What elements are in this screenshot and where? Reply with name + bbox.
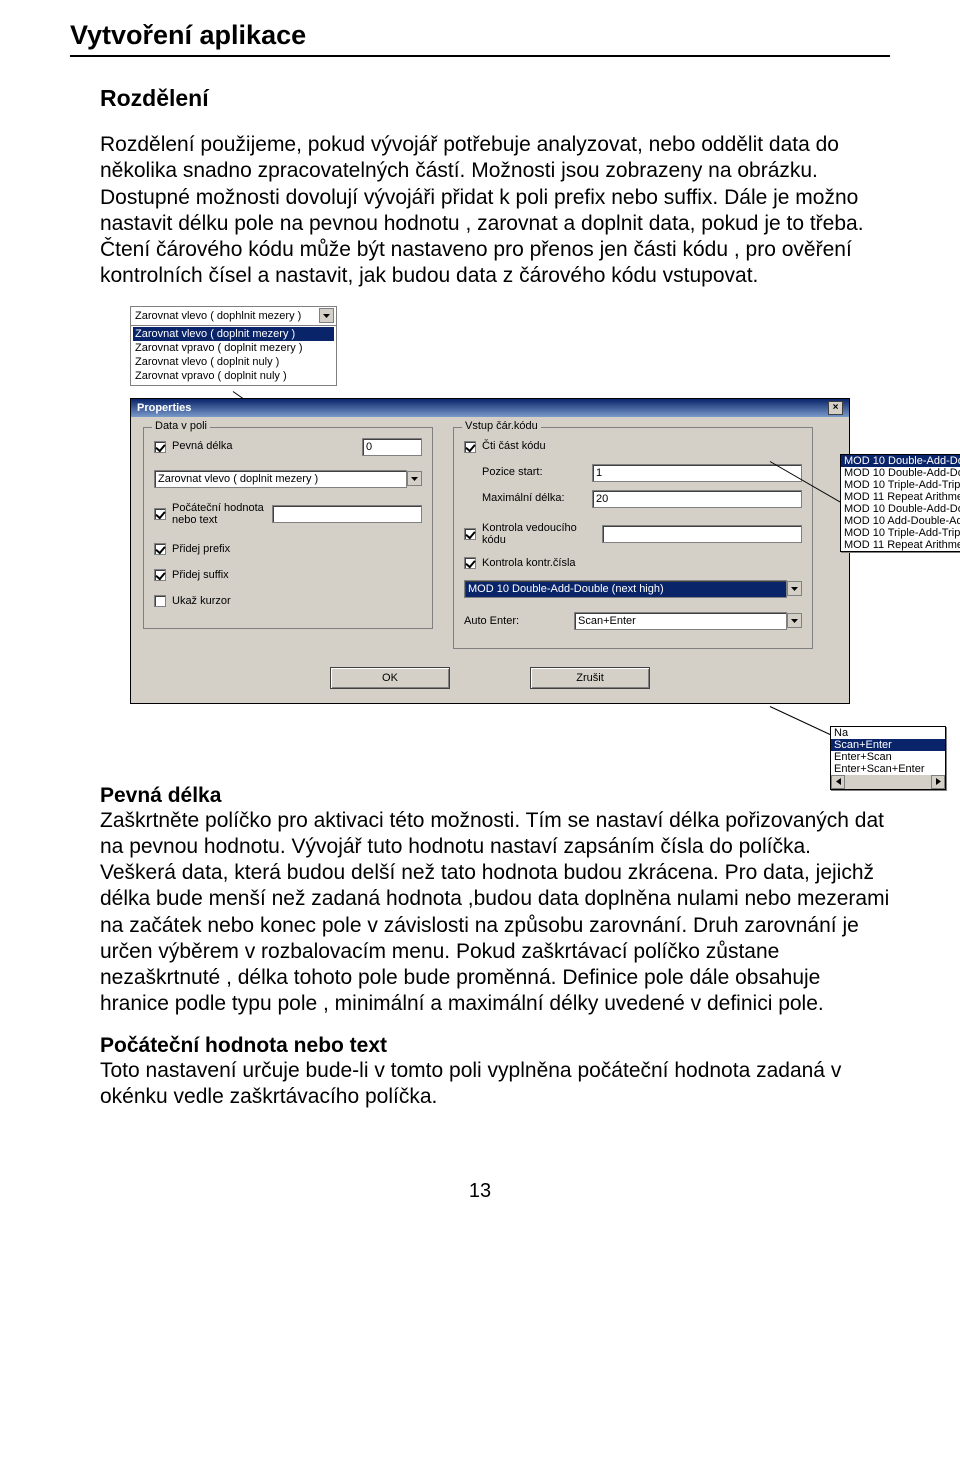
label-auto-enter: Auto Enter:: [464, 615, 574, 627]
list-item[interactable]: MOD 10 Triple-Add-Triple (next low): [841, 527, 960, 539]
list-item[interactable]: MOD 10 Double-Add-Double (next high): [841, 467, 960, 479]
label-kontrola-ved: Kontrola vedoucího kódu: [482, 522, 602, 546]
input-max-delka[interactable]: [592, 490, 802, 508]
dropdown-item[interactable]: Zarovnat vpravo ( doplnit mezery ): [133, 341, 334, 355]
checkbox-cti-cast[interactable]: [464, 441, 476, 453]
chevron-down-icon[interactable]: [787, 581, 802, 596]
dropdown-selected: Zarovnat vlevo ( dophlnit mezery ): [135, 310, 301, 322]
list-item[interactable]: Enter+Scan+Enter: [831, 763, 945, 775]
checkbox-pevna-delka[interactable]: [154, 441, 166, 453]
chevron-down-icon[interactable]: [787, 613, 802, 628]
scrollbar[interactable]: [831, 775, 945, 789]
combo-zarovnat[interactable]: [154, 470, 407, 488]
dropdown-item[interactable]: Zarovnat vlevo ( doplnit mezery ): [133, 327, 334, 341]
page-title: Vytvoření aplikace: [70, 20, 890, 57]
input-pocatecni[interactable]: [272, 505, 422, 523]
list-item[interactable]: MOD 11 Repeat Arithmetic (next low): [841, 539, 960, 551]
heading-pocatecni: Počáteční hodnota nebo text: [100, 1034, 890, 1058]
label-prefix: Přidej prefix: [172, 543, 230, 555]
chevron-down-icon[interactable]: [407, 471, 422, 486]
cancel-button[interactable]: Zrušit: [530, 667, 650, 689]
group-legend: Data v poli: [152, 420, 210, 432]
label-cti-cast: Čti část kódu: [482, 440, 546, 452]
close-icon[interactable]: ×: [828, 401, 843, 415]
listbox-auto-enter[interactable]: Na Scan+Enter Enter+Scan Enter+Scan+Ente…: [830, 726, 946, 790]
group-vstup-kodu: Vstup čár.kódu Čti část kódu Pozice star…: [453, 427, 813, 649]
scroll-left-icon[interactable]: [831, 775, 845, 789]
para-pevna-delka: Zaškrtněte políčko pro aktivaci této mož…: [100, 808, 890, 1018]
chevron-down-icon[interactable]: [319, 308, 334, 323]
checkbox-kontrola-ved[interactable]: [464, 528, 476, 540]
combo-mod[interactable]: [464, 580, 787, 598]
list-item[interactable]: Na: [831, 727, 945, 739]
checkbox-prefix[interactable]: [154, 543, 166, 555]
label-pocatecni: Počáteční hodnota nebo text: [172, 502, 272, 526]
list-item[interactable]: MOD 11 Repeat Arithmetic (next high): [841, 491, 960, 503]
group-legend: Vstup čár.kódu: [462, 420, 541, 432]
scroll-right-icon[interactable]: [931, 775, 945, 789]
para-pocatecni: Toto nastavení určuje bude-li v tomto po…: [100, 1058, 890, 1111]
label-pevna-delka: Pevná délka: [172, 440, 233, 452]
list-item[interactable]: MOD 10 Double-Add-Double (next high): [841, 455, 960, 467]
label-ukaz-kurzor: Ukaž kurzor: [172, 595, 231, 607]
input-kontrola-ved[interactable]: [602, 525, 802, 543]
label-pozice-start: Pozice start:: [482, 466, 592, 478]
page-number: 13: [70, 1180, 890, 1203]
label-max-delka: Maximální délka:: [482, 492, 592, 504]
section-subtitle: Rozdělení: [100, 85, 890, 112]
dropdown-zarovnat[interactable]: Zarovnat vlevo ( dophlnit mezery ) Zarov…: [130, 306, 337, 386]
list-item[interactable]: MOD 10 Add-Double-Add (next low): [841, 515, 960, 527]
checkbox-kontrola-kontr[interactable]: [464, 557, 476, 569]
label-suffix: Přidej suffix: [172, 569, 229, 581]
checkbox-pocatecni[interactable]: [154, 508, 166, 520]
input-pozice-start[interactable]: [592, 464, 802, 482]
input-pevna-delka[interactable]: [362, 438, 422, 456]
intro-paragraph: Rozdělení použijeme, pokud vývojář potře…: [100, 132, 890, 290]
list-item[interactable]: MOD 10 Triple-Add-Triple (next high): [841, 479, 960, 491]
checkbox-ukaz-kurzor[interactable]: [154, 595, 166, 607]
combo-auto-enter[interactable]: [574, 612, 787, 630]
properties-window: Properties × Data v poli Pevná délka: [130, 398, 850, 704]
heading-pevna-delka: Pevná délka: [100, 784, 890, 808]
listbox-mod[interactable]: MOD 10 Double-Add-Double (next high) MOD…: [840, 454, 960, 552]
dropdown-item[interactable]: Zarovnat vpravo ( doplnit nuly ): [133, 369, 334, 383]
ok-button[interactable]: OK: [330, 667, 450, 689]
group-data-v-poli: Data v poli Pevná délka: [143, 427, 433, 629]
list-item[interactable]: MOD 10 Double-Add-Double (next low): [841, 503, 960, 515]
label-kontrola-kontr: Kontrola kontr.čísla: [482, 557, 576, 569]
dropdown-item[interactable]: Zarovnat vlevo ( doplnit nuly ): [133, 355, 334, 369]
list-item[interactable]: Enter+Scan: [831, 751, 945, 763]
screenshot-composite: Zarovnat vlevo ( dophlnit mezery ) Zarov…: [130, 306, 890, 704]
checkbox-suffix[interactable]: [154, 569, 166, 581]
window-title: Properties: [137, 402, 191, 414]
list-item[interactable]: Scan+Enter: [831, 739, 945, 751]
